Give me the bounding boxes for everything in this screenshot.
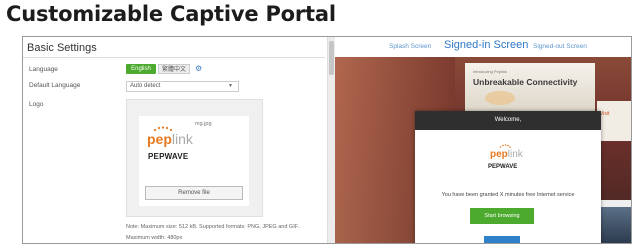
default-language-value: Auto detect (130, 83, 161, 89)
tab-splash-screen[interactable]: Splash Screen (389, 43, 431, 50)
page-heading: Customizable Captive Portal (0, 0, 637, 34)
language-label: Language (29, 66, 58, 73)
logo-brand: peplink (147, 132, 193, 146)
background-sign: Visit (597, 101, 631, 141)
gear-icon[interactable]: ⚙ (195, 64, 202, 74)
welcome-modal: Welcome, peplink PEPWAVE You have been g… (415, 111, 601, 243)
tab-signed-in-screen[interactable]: Signed-in Screen (444, 39, 528, 51)
sign-text: Visit (600, 111, 610, 117)
portal-preview: Splash Screen Signed-in Screen Signed-ou… (335, 37, 631, 243)
chevron-down-icon: ▼ (228, 83, 233, 89)
default-language-label: Default Language (29, 82, 81, 89)
logo-wordmark: PEPWAVE (148, 152, 189, 161)
start-browsing-button[interactable]: Start browsing (470, 208, 534, 224)
secondary-button[interactable] (484, 236, 520, 243)
modal-message: You have been granted X minutes free Int… (441, 192, 575, 198)
upload-note-width: Maximum width: 480px (126, 235, 183, 241)
modal-brand: peplink (490, 149, 523, 160)
default-language-select[interactable]: Auto detect ▼ (126, 81, 239, 92)
logo-brand-link: link (171, 131, 193, 147)
logo-preview: mg.jpg peplink PEPWAVE Remove file (139, 116, 249, 206)
poster-small-text: Introducing Peplink (473, 69, 508, 74)
scrollbar-thumb[interactable] (329, 41, 334, 75)
logo-brand-pep: pep (147, 131, 172, 147)
brand-dots-icon (499, 144, 511, 148)
preview-tabs: Splash Screen Signed-in Screen Signed-ou… (335, 37, 631, 57)
language-chinese-button[interactable]: 繁體中文 (158, 64, 190, 74)
basic-settings-panel: Basic Settings Language English 繁體中文 ⚙ D… (23, 37, 325, 243)
modal-brand-pep: pep (490, 149, 508, 160)
logo-label: Logo (29, 101, 44, 108)
page-title: Customizable Captive Portal (6, 2, 336, 26)
logo-upload-area[interactable]: mg.jpg peplink PEPWAVE Remove file (126, 99, 263, 217)
modal-title: Welcome, (415, 111, 601, 130)
modal-brand-link: link (507, 149, 523, 160)
portal-editor-frame: Basic Settings Language English 繁體中文 ⚙ D… (22, 36, 632, 244)
background-poster: Introducing Peplink Unbreakable Connecti… (465, 63, 595, 113)
upload-note: Note: Maximum size: 512 kB. Supported fo… (126, 224, 300, 230)
background-photo (597, 207, 631, 243)
modal-wordmark: PEPWAVE (488, 164, 518, 170)
divider (23, 57, 325, 58)
tab-signed-out-screen[interactable]: Signed-out Screen (533, 43, 587, 50)
settings-title: Basic Settings (27, 42, 97, 54)
poster-headline: Unbreakable Connectivity (473, 77, 578, 87)
logo-filename: mg.jpg (195, 121, 212, 127)
remove-file-button[interactable]: Remove file (145, 186, 243, 200)
language-english-button[interactable]: English (126, 64, 156, 74)
